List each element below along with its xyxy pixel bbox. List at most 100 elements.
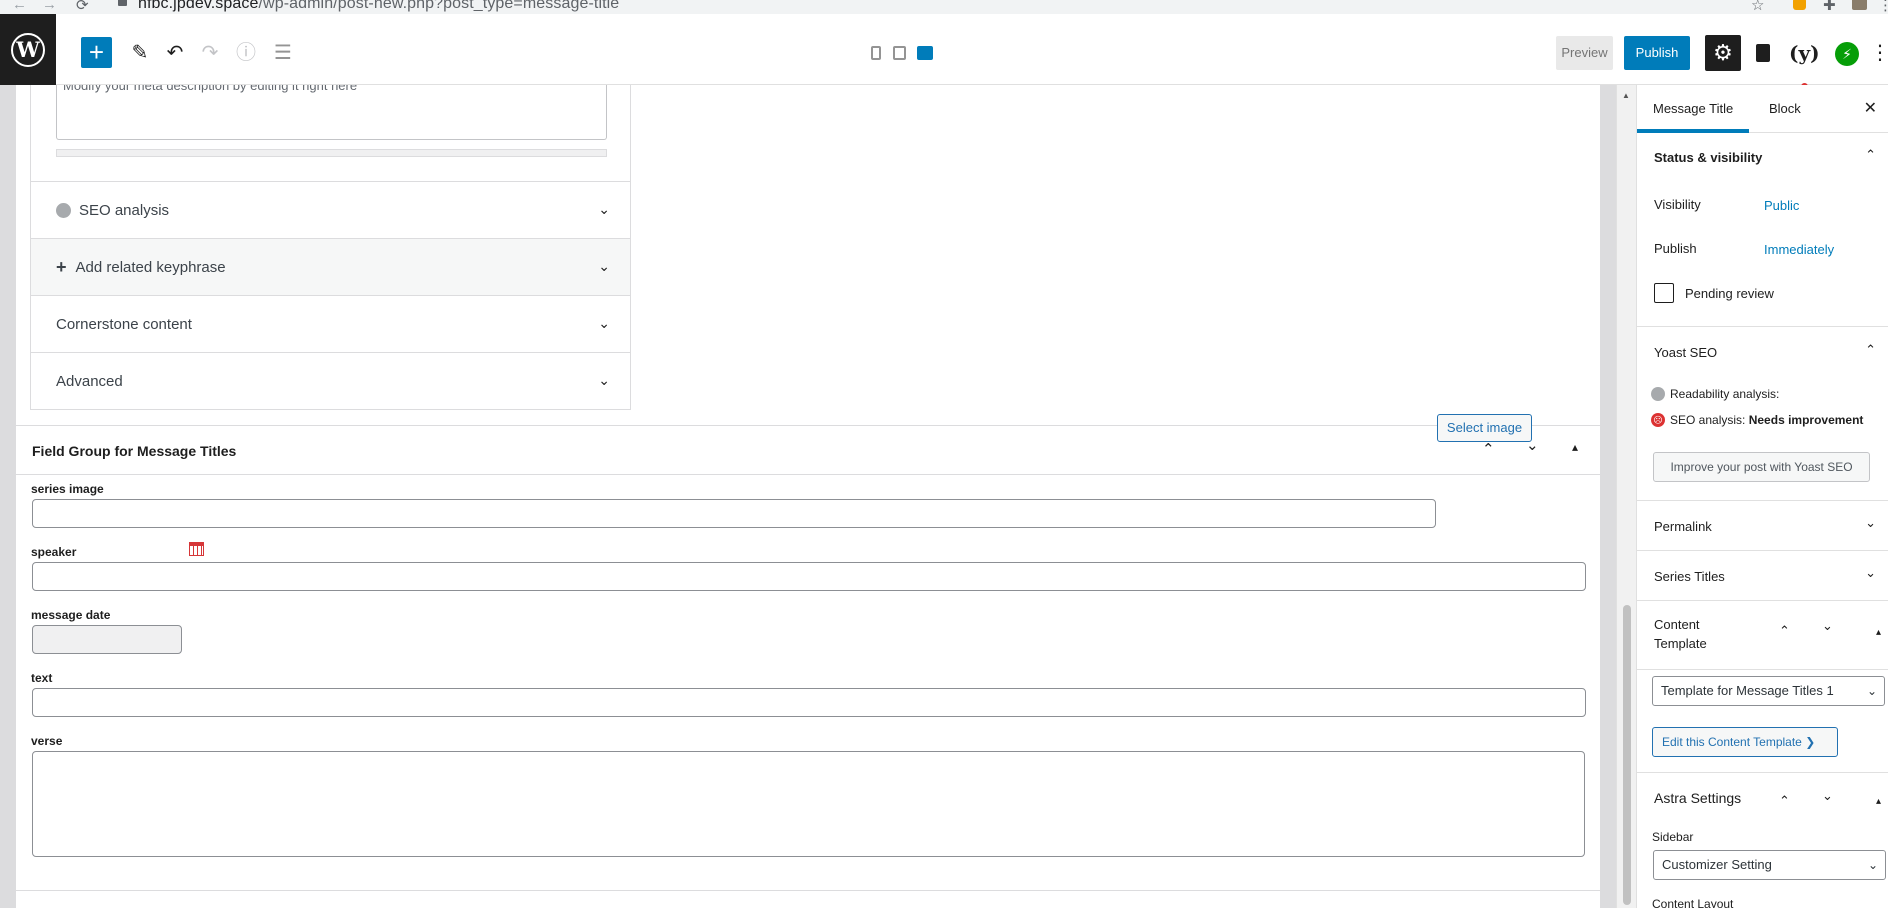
extension-icon[interactable] xyxy=(1793,0,1806,10)
lock-icon xyxy=(118,0,127,6)
mobile-preview-icon[interactable] xyxy=(871,46,881,60)
sidebar-setting-label: Sidebar xyxy=(1652,830,1694,844)
content-template-title-line2[interactable]: Template xyxy=(1654,636,1707,651)
message-date-input[interactable] xyxy=(32,625,182,654)
list-view-icon[interactable]: ☰ xyxy=(270,38,296,68)
redo-icon[interactable]: ↷ xyxy=(198,38,222,68)
wordpress-logo-button[interactable]: W xyxy=(0,14,56,85)
meta-description-placeholder: Modify your meta description by editing … xyxy=(63,85,358,93)
permalink-panel-title[interactable]: Permalink xyxy=(1654,519,1712,534)
pending-review-checkbox[interactable] xyxy=(1654,283,1674,303)
move-down-icon[interactable]: ⌄ xyxy=(1822,618,1833,634)
seo-analysis-section[interactable]: SEO analysis ⌄ xyxy=(31,181,630,238)
tools-pencil-icon[interactable]: ✎ xyxy=(128,38,152,68)
chevron-down-icon[interactable]: ⌄ xyxy=(1865,515,1876,531)
move-up-icon[interactable]: ⌃ xyxy=(1482,440,1495,458)
jetpack-icon[interactable]: ⚡ xyxy=(1834,38,1860,68)
bookmark-star-icon[interactable]: ☆ xyxy=(1751,0,1764,14)
content-template-title-line1[interactable]: Content xyxy=(1654,617,1700,632)
seo-analysis-sidebar-label: SEO analysis: xyxy=(1670,413,1746,427)
settings-gear-icon[interactable]: ⚙ xyxy=(1705,35,1741,71)
chevron-down-icon: ⌄ xyxy=(598,315,610,331)
publish-date-link[interactable]: Immediately xyxy=(1764,242,1834,257)
content-layout-label: Content Layout xyxy=(1652,897,1734,908)
panel-divider xyxy=(1637,772,1888,773)
collapse-toggle-icon[interactable]: ▴ xyxy=(1876,627,1881,638)
advanced-section[interactable]: Advanced ⌄ xyxy=(31,352,630,409)
preview-button[interactable]: Preview xyxy=(1556,36,1613,70)
editor-content: Modify your meta description by editing … xyxy=(0,85,1616,908)
close-icon[interactable]: ✕ xyxy=(1864,85,1877,133)
scrollbar-thumb[interactable] xyxy=(1623,605,1631,905)
url-path: /wp-admin/post-new.php?post_type=message… xyxy=(258,0,620,12)
improve-with-yoast-button[interactable]: Improve your post with Yoast SEO xyxy=(1653,452,1870,482)
right-gutter xyxy=(1600,85,1616,908)
text-input[interactable] xyxy=(32,688,1586,717)
chevron-down-icon[interactable]: ⌄ xyxy=(1865,565,1876,581)
tablet-preview-icon[interactable] xyxy=(893,46,906,60)
field-group-title: Field Group for Message Titles xyxy=(32,443,237,459)
content-template-selected: Template for Message Titles 1 xyxy=(1661,683,1834,698)
select-image-button[interactable]: Select image xyxy=(1437,414,1532,442)
more-options-icon[interactable]: ⋮ xyxy=(1870,38,1888,68)
chevron-up-icon[interactable]: ⌃ xyxy=(1865,342,1876,358)
cornerstone-content-section[interactable]: Cornerstone content ⌄ xyxy=(31,295,630,352)
yoast-glyph: (y) xyxy=(1789,41,1820,65)
section-divider xyxy=(16,890,1600,891)
profile-avatar-icon[interactable] xyxy=(1852,0,1867,10)
publish-button[interactable]: Publish xyxy=(1624,36,1690,70)
editor-toolbar: W + ✎ ↶ ↷ ⓘ ☰ Preview Publish ⚙ (y) ⚡ ⋮ xyxy=(0,14,1888,90)
status-visibility-title[interactable]: Status & visibility xyxy=(1654,150,1762,165)
astra-sidebar-select[interactable]: Customizer Setting ⌄ xyxy=(1653,850,1886,880)
speaker-input[interactable] xyxy=(32,562,1586,591)
astra-settings-title[interactable]: Astra Settings xyxy=(1654,790,1741,806)
add-block-button[interactable]: + xyxy=(81,37,112,68)
reload-icon[interactable]: ⟳ xyxy=(76,0,89,14)
yoast-seo-panel-title[interactable]: Yoast SEO xyxy=(1654,345,1717,360)
tab-block[interactable]: Block xyxy=(1763,85,1807,133)
tab-message-title[interactable]: Message Title xyxy=(1637,85,1750,133)
seo-analysis-value: Needs improvement xyxy=(1748,413,1864,427)
cornerstone-content-label: Cornerstone content xyxy=(56,315,192,333)
browser-menu-icon[interactable]: ⋮ xyxy=(1878,0,1888,14)
puzzle-extensions-icon[interactable]: ✚ xyxy=(1823,0,1836,14)
meta-description-field[interactable]: Modify your meta description by editing … xyxy=(56,85,607,140)
address-bar[interactable]: hfbc.jpdev.space/wp-admin/post-new.php?p… xyxy=(138,0,619,13)
speaker-label: speaker xyxy=(31,545,77,559)
chevron-up-icon[interactable]: ⌃ xyxy=(1865,147,1876,163)
edit-content-template-button[interactable]: Edit this Content Template ❯ xyxy=(1652,727,1838,757)
series-titles-panel-title[interactable]: Series Titles xyxy=(1654,569,1725,584)
undo-icon[interactable]: ↶ xyxy=(163,38,187,68)
content-template-select[interactable]: Template for Message Titles 1 ⌄ xyxy=(1652,676,1885,706)
move-up-icon[interactable]: ⌃ xyxy=(1779,623,1790,639)
info-icon[interactable]: ⓘ xyxy=(234,38,258,68)
wordpress-logo-icon: W xyxy=(11,32,45,67)
astra-sidebar-selected: Customizer Setting xyxy=(1662,857,1772,872)
forward-arrow-icon[interactable]: → xyxy=(42,0,57,13)
scroll-up-arrow-icon[interactable]: ▲ xyxy=(1622,91,1630,100)
move-up-icon[interactable]: ⌃ xyxy=(1779,793,1790,809)
visibility-label: Visibility xyxy=(1654,197,1701,212)
editor-scrollbar[interactable]: ▲ xyxy=(1616,85,1636,908)
url-host: hfbc.jpdev.space xyxy=(138,0,259,12)
add-related-keyphrase-section[interactable]: + Add related keyphrase ⌄ xyxy=(31,238,630,295)
collapse-toggle-icon[interactable]: ▴ xyxy=(1572,440,1578,454)
seo-analysis-row: ☹ SEO analysis: Needs improvement xyxy=(1651,413,1863,427)
verse-textarea[interactable] xyxy=(32,751,1585,857)
chevron-down-icon: ⌄ xyxy=(598,372,610,388)
desktop-preview-icon[interactable] xyxy=(917,46,933,60)
chevron-down-icon: ⌄ xyxy=(598,201,610,217)
yoast-icon[interactable]: (y) xyxy=(1789,38,1820,90)
panel-divider xyxy=(1637,669,1888,670)
clipboard-icon[interactable] xyxy=(1753,38,1773,68)
series-image-input[interactable] xyxy=(32,499,1436,528)
panel-divider xyxy=(1637,326,1888,327)
collapse-toggle-icon[interactable]: ▴ xyxy=(1876,796,1881,807)
settings-sidebar: Message Title Block ✕ Status & visibilit… xyxy=(1636,85,1888,908)
visibility-link[interactable]: Public xyxy=(1764,198,1799,213)
readability-label: Readability analysis: xyxy=(1670,387,1780,401)
calendar-icon[interactable] xyxy=(189,542,204,556)
back-arrow-icon[interactable]: ← xyxy=(12,0,27,13)
move-down-icon[interactable]: ⌄ xyxy=(1822,788,1833,804)
clipboard-shape xyxy=(1756,44,1770,62)
